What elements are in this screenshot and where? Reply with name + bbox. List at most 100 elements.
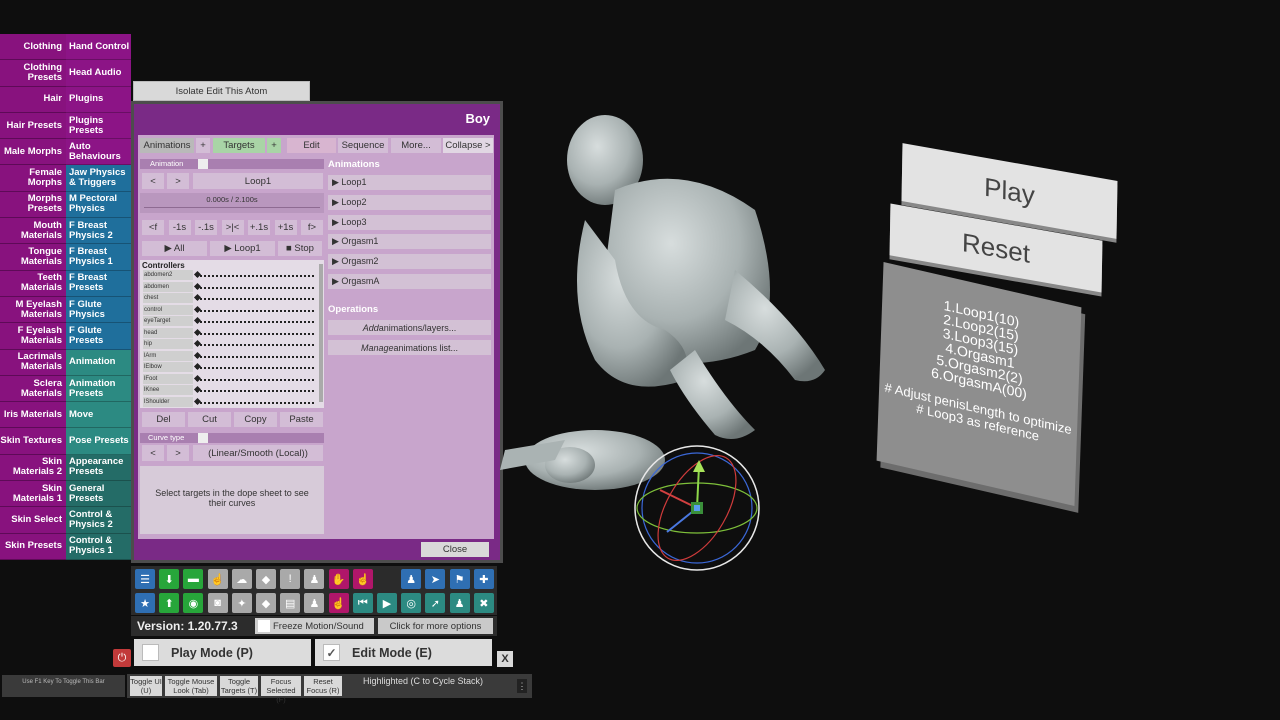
animation-list-item[interactable]: ▶ Loop1	[328, 175, 491, 190]
tab-more[interactable]: More...	[391, 138, 441, 153]
category-left-button[interactable]: Tongue Materials	[0, 244, 66, 271]
category-left-button[interactable]: F Eyelash Materials	[0, 323, 66, 350]
category-right-button[interactable]: Head Audio	[66, 60, 131, 87]
category-right-button[interactable]: Hand Control	[66, 34, 131, 61]
category-right-button[interactable]: Plugins	[66, 86, 131, 113]
more-options-button[interactable]: Click for more options	[378, 618, 493, 634]
screenshot-icon[interactable]: ◉	[183, 593, 204, 613]
keyframe-track[interactable]	[196, 355, 314, 358]
current-animation-select[interactable]: Loop1	[193, 173, 323, 189]
controller-row[interactable]: abdomen2	[143, 270, 323, 281]
manage-animations-button[interactable]: Manage animations list...	[328, 340, 491, 355]
scrub-button[interactable]: -.1s	[195, 220, 217, 235]
keyframe-track[interactable]	[196, 275, 314, 277]
prev-curve-button[interactable]: <	[142, 445, 164, 461]
curve-type-select[interactable]: (Linear/Smooth (Local))	[193, 445, 323, 461]
animation-list-item[interactable]: ▶ Orgasm1	[328, 234, 491, 250]
controller-row[interactable]: chest	[143, 293, 323, 304]
play-mode-button[interactable]: Play Mode (P)	[134, 639, 311, 666]
category-right-button[interactable]: F Breast Physics 2	[66, 218, 131, 245]
close-ui-button[interactable]: X	[497, 651, 513, 667]
keyframe-track[interactable]	[196, 367, 314, 369]
curve-slider-handle[interactable]	[198, 433, 208, 443]
play-all-button[interactable]: ▶ All	[142, 241, 207, 256]
play-icon[interactable]: ▶	[377, 593, 397, 613]
category-left-button[interactable]: Iris Materials	[0, 402, 66, 429]
scrub-button[interactable]: +.1s	[248, 220, 270, 235]
close-panel-button[interactable]: Close	[421, 542, 489, 557]
keyframe-op-button[interactable]: Cut	[188, 412, 231, 427]
animation-slider-handle[interactable]	[198, 159, 208, 169]
camera-icon[interactable]: ◙	[207, 593, 228, 613]
add-animations-button[interactable]: Add animations/layers...	[328, 320, 491, 335]
stop-button[interactable]: ■ Stop	[278, 241, 322, 256]
controller-row[interactable]: lKnee	[143, 385, 323, 396]
controller-row[interactable]: lElbow	[143, 362, 323, 373]
alert-icon[interactable]: !	[280, 569, 301, 589]
controller-row[interactable]: lFoot	[143, 373, 323, 385]
3d-figures[interactable]	[495, 100, 840, 580]
time-scrubber[interactable]: 0.000s / 2.100s	[140, 193, 324, 213]
person-icon[interactable]: ♟	[401, 569, 422, 589]
kebab-menu-icon[interactable]: ⋮	[517, 679, 527, 693]
category-right-button[interactable]: F Breast Presets	[66, 270, 131, 297]
flag-icon[interactable]: ⚑	[449, 569, 470, 589]
category-left-button[interactable]: Sclera Materials	[0, 375, 66, 403]
person-add-icon[interactable]: ♟	[304, 569, 325, 589]
keyframe-track[interactable]	[196, 378, 314, 381]
category-right-button[interactable]: Jaw Physics & Triggers	[66, 165, 131, 192]
bottom-bar-button[interactable]: Reset Focus (R)	[304, 676, 342, 696]
category-right-button[interactable]: Auto Behaviours	[66, 139, 131, 166]
tab-edit[interactable]: Edit	[287, 138, 336, 153]
category-left-button[interactable]: Clothing Presets	[0, 60, 66, 87]
category-left-button[interactable]: Hair	[0, 86, 66, 113]
keyframe-op-button[interactable]: Del	[142, 412, 185, 427]
bottom-bar-button[interactable]: Toggle Targets (T)	[220, 676, 258, 696]
star-icon[interactable]: ★	[135, 593, 155, 613]
hand-point-icon[interactable]: ☝	[207, 569, 228, 589]
person-remove-icon[interactable]: ♟	[304, 593, 325, 613]
cloud-download-icon[interactable]: ☁	[231, 569, 252, 589]
category-left-button[interactable]: Female Morphs	[0, 165, 66, 192]
category-left-button[interactable]: Teeth Materials	[0, 270, 66, 297]
next-animation-button[interactable]: >	[167, 173, 189, 189]
scrub-button[interactable]: <f	[142, 220, 164, 235]
animation-list-item[interactable]: ▶ Loop3	[328, 214, 491, 230]
controller-row[interactable]: control	[143, 304, 323, 316]
people-icon[interactable]: ♟	[449, 593, 470, 613]
dope-sheet-scrollbar[interactable]	[319, 264, 323, 402]
keyframe-op-button[interactable]: Copy	[234, 412, 277, 427]
keyframe-track[interactable]	[196, 321, 314, 323]
import-icon[interactable]: ⬆	[159, 593, 180, 613]
controller-row[interactable]: lArm	[143, 350, 323, 362]
keyframe-track[interactable]	[196, 332, 314, 335]
pointer-icon[interactable]: ☝	[328, 593, 349, 613]
collapse-button[interactable]: Collapse >	[443, 138, 493, 153]
category-right-button[interactable]: General Presets	[66, 481, 131, 508]
add-animation-button[interactable]: +	[196, 138, 210, 153]
edit-mode-button[interactable]: ✓ Edit Mode (E)	[315, 639, 492, 666]
scrub-button[interactable]: +1s	[274, 220, 297, 235]
category-right-button[interactable]: Pose Presets	[66, 428, 131, 455]
category-left-button[interactable]: M Eyelash Materials	[0, 296, 66, 324]
category-left-button[interactable]: Mouth Materials	[0, 218, 66, 245]
document-icon[interactable]: ▤	[280, 593, 301, 613]
keyframe-op-button[interactable]: Paste	[280, 412, 323, 427]
prev-animation-button[interactable]: <	[142, 173, 164, 189]
save-icon[interactable]: ⬇	[159, 569, 180, 589]
edit-mode-checkbox[interactable]: ✓	[323, 644, 340, 661]
category-right-button[interactable]: Move	[66, 402, 131, 429]
category-left-button[interactable]: Morphs Presets	[0, 191, 66, 219]
animation-list-item[interactable]: ▶ Orgasm2	[328, 254, 491, 270]
cursor-icon[interactable]: ➚	[425, 593, 446, 613]
category-right-button[interactable]: F Glute Physics	[66, 296, 131, 324]
category-left-button[interactable]: Skin Presets	[0, 533, 66, 560]
power-icon[interactable]: ⏻	[113, 649, 131, 667]
category-right-button[interactable]: Control & Physics 2	[66, 507, 131, 534]
curve-type-slider[interactable]: Curve type	[140, 433, 324, 443]
category-right-button[interactable]: Plugins Presets	[66, 112, 131, 140]
category-left-button[interactable]: Hair Presets	[0, 112, 66, 140]
target-icon[interactable]: ◎	[401, 593, 422, 613]
open-folder-icon[interactable]: ▬	[183, 569, 204, 589]
category-left-button[interactable]: Skin Select	[0, 507, 66, 534]
